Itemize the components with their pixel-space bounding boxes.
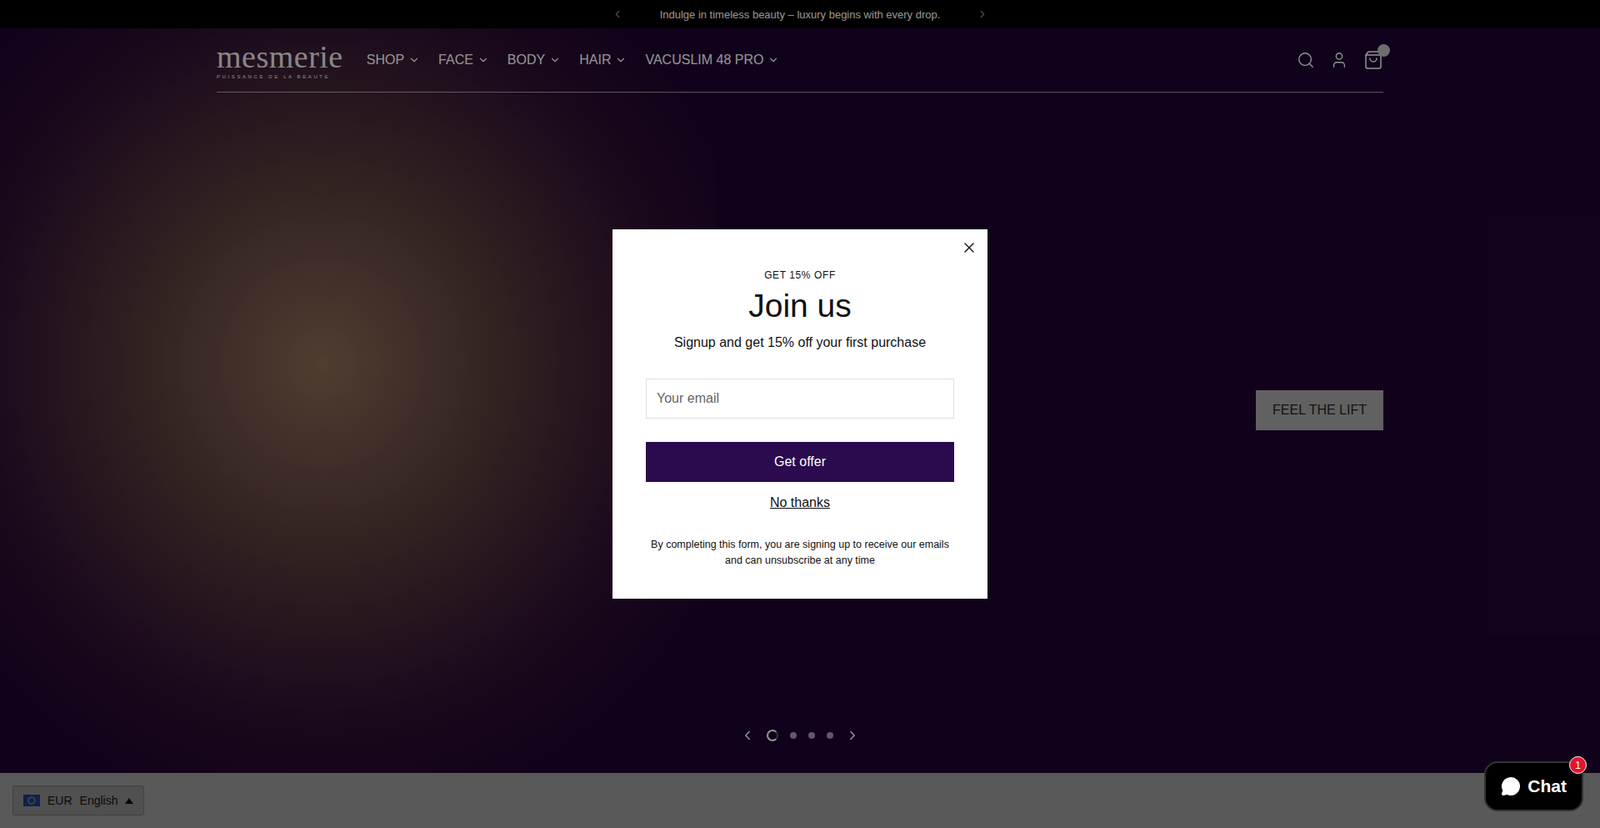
popup-subtitle: Signup and get 15% off your first purcha… xyxy=(645,335,955,350)
close-button[interactable] xyxy=(960,239,978,256)
chat-label: Chat xyxy=(1527,775,1567,796)
close-icon xyxy=(960,239,978,256)
get-offer-button[interactable]: Get offer xyxy=(645,441,955,482)
popup-backdrop[interactable]: GET 15% OFF Join us Signup and get 15% off… xyxy=(0,0,1600,828)
signup-popup: GET 15% OFF Join us Signup and get 15% off… xyxy=(612,229,988,598)
chat-icon xyxy=(1500,775,1521,796)
page: Indulge in timeless beauty – luxury begi… xyxy=(0,0,1600,828)
chat-button[interactable]: Chat1 xyxy=(1485,762,1582,810)
popup-title: Join us xyxy=(645,287,955,325)
email-input[interactable] xyxy=(645,378,955,419)
popup-disclaimer: By completing this form, you are signing… xyxy=(645,536,955,569)
popup-eyebrow: GET 15% OFF xyxy=(645,269,955,281)
no-thanks-link[interactable]: No thanks xyxy=(766,493,834,512)
chat-badge: 1 xyxy=(1569,755,1587,774)
